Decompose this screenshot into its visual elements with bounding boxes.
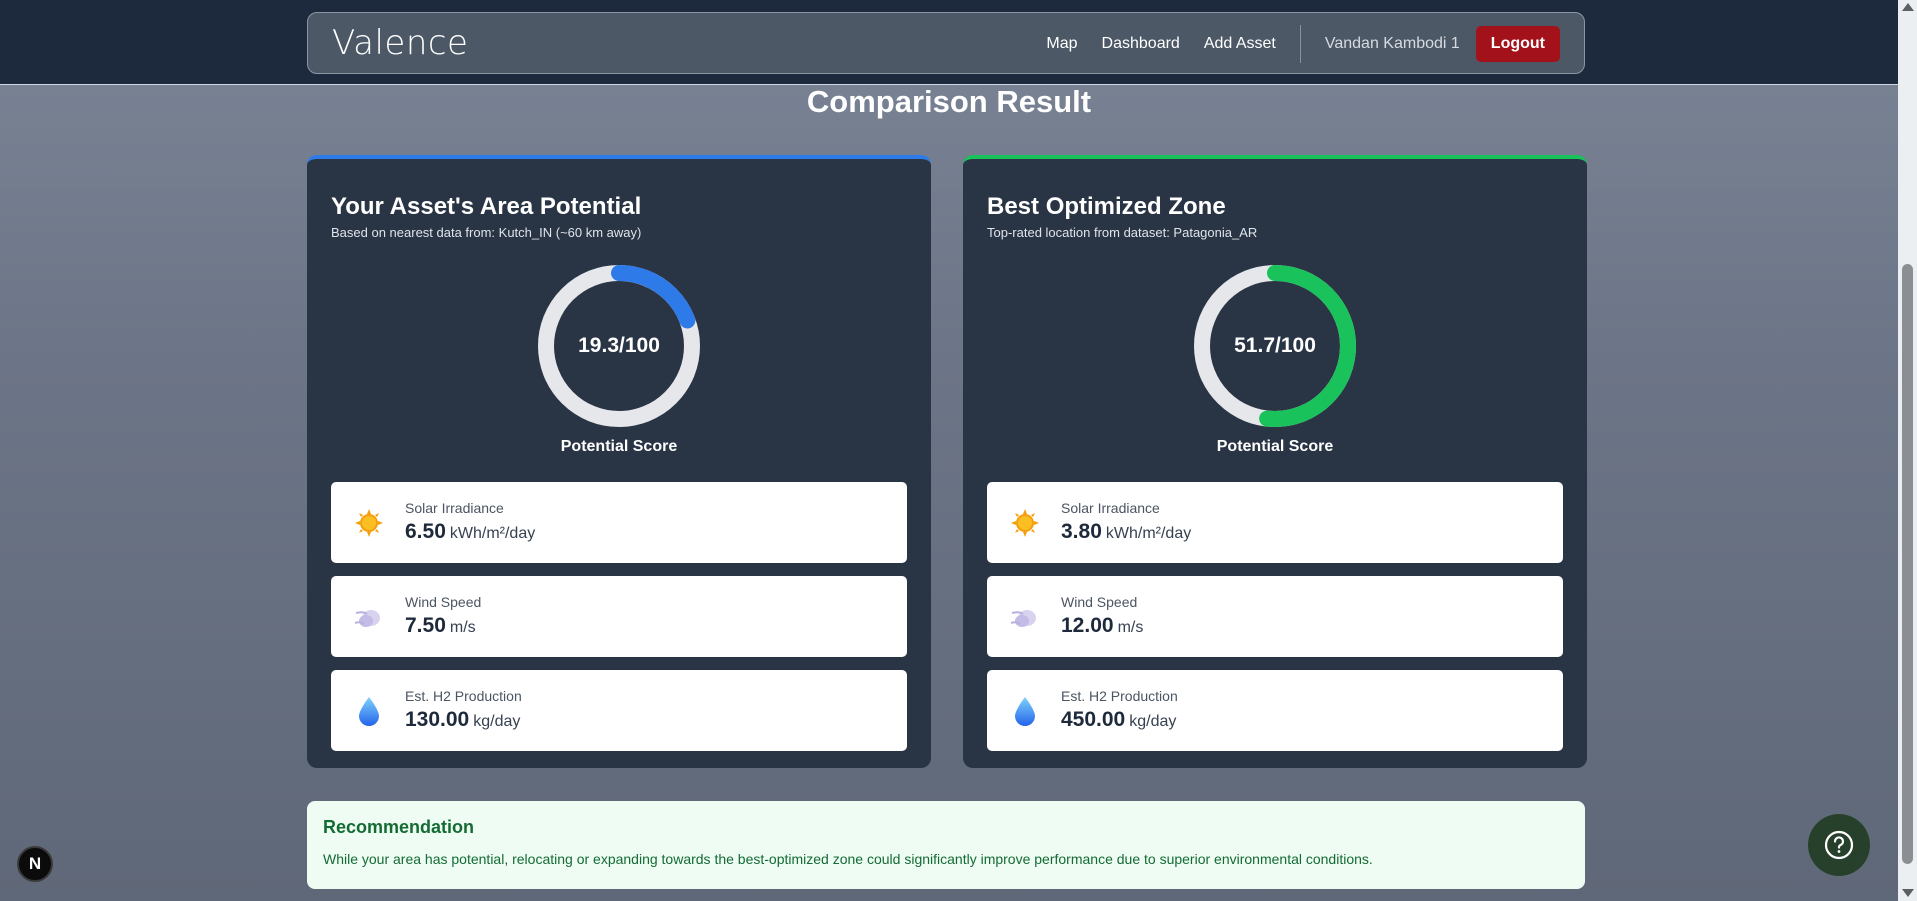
navbar: Valence Map Dashboard Add Asset Vandan K… [307,12,1585,74]
water-drop-icon [359,697,379,726]
card-subtitle: Top-rated location from dataset: Patagon… [987,225,1258,240]
metric-label: Est. H2 Production [405,688,522,704]
metric-label: Solar Irradiance [405,500,504,516]
score-value: 51.7/100 [1234,334,1316,357]
metric-number: 7.50 [405,614,446,637]
recommendation-box: Recommendation While your area has poten… [307,801,1585,889]
metric-value: 7.50 m/s [405,614,476,638]
score-value: 19.3/100 [578,334,660,357]
user-name: Vandan Kambodi 1 [1324,35,1460,52]
best-zone-card: Best Optimized Zone Top-rated location f… [963,155,1587,768]
score-label: Potential Score [560,438,678,455]
metric-number: 130.00 [405,708,470,731]
recommendation-title: Recommendation [323,817,475,837]
metric-unit: kWh/m²/day [1105,525,1192,542]
metric-value: 130.00 kg/day [405,708,520,732]
page-title: Comparison Result [806,84,1092,119]
question-icon [1824,830,1854,860]
score-gauge: 51.7/100 [1193,264,1357,428]
card-subtitle: Based on nearest data from: Kutch_IN (~6… [331,225,642,240]
metric-number: 6.50 [405,520,446,543]
metric-number: 450.00 [1061,708,1126,731]
wind-cloud-icon [1010,610,1036,627]
nav-divider [1299,25,1301,63]
metric-wind-speed: Wind Speed 7.50 m/s [331,576,907,657]
metric-unit: kg/day [1129,713,1177,730]
metric-value: 450.00 kg/day [1061,708,1176,732]
card-title: Your Asset's Area Potential [331,193,642,220]
sun-icon [355,509,383,537]
wind-cloud-icon [354,610,380,627]
metric-number: 12.00 [1061,614,1114,637]
score-gauge: 19.3/100 [537,264,701,428]
metric-h2-production: Est. H2 Production 450.00 kg/day [987,670,1563,751]
metric-label: Est. H2 Production [1061,688,1178,704]
metric-wind-speed: Wind Speed 12.00 m/s [987,576,1563,657]
nav-map-link[interactable]: Map [1046,35,1077,53]
asset-area-card: Your Asset's Area Potential Based on nea… [307,155,931,768]
water-drop-icon [1015,697,1035,726]
recommendation-text: While your area has potential, relocatin… [323,851,1373,867]
metric-label: Wind Speed [1061,594,1138,610]
metric-unit: m/s [449,619,476,636]
logout-button[interactable]: Logout [1475,26,1560,62]
metric-unit: m/s [1117,619,1144,636]
scroll-thumb[interactable] [1902,264,1913,864]
page-scrollbar[interactable] [1898,0,1917,901]
card-title: Best Optimized Zone [987,193,1226,220]
metric-label: Wind Speed [405,594,482,610]
nav-links: Map Dashboard Add Asset Vandan Kambodi 1… [1046,25,1560,63]
dev-tools-badge[interactable]: N [17,846,53,882]
score-label: Potential Score [1216,438,1334,455]
metric-unit: kWh/m²/day [449,525,536,542]
help-button[interactable] [1808,814,1870,876]
metric-solar-irradiance: Solar Irradiance 6.50 kWh/m²/day [331,482,907,563]
metric-value: 6.50 kWh/m²/day [405,520,535,544]
metric-unit: kg/day [473,713,521,730]
scroll-up-arrow[interactable] [1902,3,1914,11]
metric-solar-irradiance: Solar Irradiance 3.80 kWh/m²/day [987,482,1563,563]
scroll-down-arrow[interactable] [1902,889,1914,897]
nav-dashboard-link[interactable]: Dashboard [1102,35,1180,53]
metric-value: 12.00 m/s [1061,614,1143,638]
app-logo[interactable]: Valence [332,23,468,63]
metric-label: Solar Irradiance [1061,500,1160,516]
nav-add-asset-link[interactable]: Add Asset [1204,35,1276,53]
metric-value: 3.80 kWh/m²/day [1061,520,1191,544]
sun-icon [1011,509,1039,537]
metric-number: 3.80 [1061,520,1102,543]
metric-h2-production: Est. H2 Production 130.00 kg/day [331,670,907,751]
